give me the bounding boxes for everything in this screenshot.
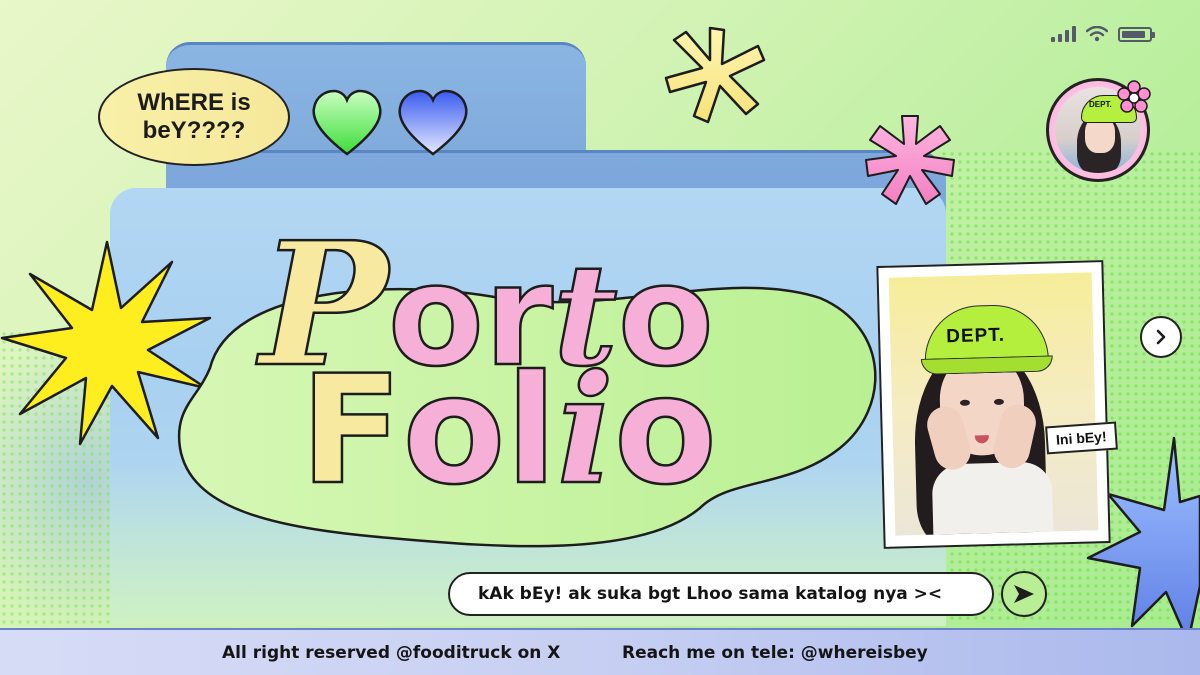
photo-name-tag: Ini bEy! bbox=[1045, 421, 1118, 455]
title-word-folio: F o l i o bbox=[299, 342, 719, 518]
blue-heart-icon bbox=[398, 89, 468, 156]
message-text: kAk bEy! ak suka bgt Lhoo sama katalog n… bbox=[478, 584, 943, 604]
sticker-line-1: WhERE is bbox=[137, 89, 251, 116]
yellow-asterisk-icon bbox=[664, 26, 766, 124]
battery-icon bbox=[1118, 26, 1155, 42]
footer-contact: Reach me on tele: @whereisbey bbox=[622, 643, 928, 663]
pink-asterisk-icon bbox=[865, 115, 955, 205]
sticker-line-2: beY???? bbox=[142, 117, 246, 144]
avatar-cap-text: DEPT. bbox=[1089, 100, 1112, 109]
title-letter: F bbox=[299, 344, 404, 518]
title-letter: l bbox=[504, 344, 558, 518]
title-letter: o bbox=[613, 344, 719, 518]
photo-body bbox=[931, 461, 1054, 536]
profile-photo: DEPT. bbox=[888, 272, 1099, 536]
message-input[interactable]: kAk bEy! ak suka bgt Lhoo sama katalog n… bbox=[448, 572, 994, 616]
chevron-right-icon bbox=[1156, 329, 1166, 345]
wifi-icon bbox=[1086, 26, 1108, 42]
title-letter: i bbox=[556, 342, 615, 518]
green-heart-icon bbox=[312, 89, 382, 156]
where-is-bey-sticker: WhERE is beY???? bbox=[98, 68, 290, 166]
photo-cap-brim bbox=[920, 355, 1054, 375]
send-icon bbox=[1014, 585, 1034, 603]
photo-cap-text: DEPT. bbox=[945, 324, 1006, 348]
battery-fill bbox=[1122, 30, 1146, 38]
title-letter: o bbox=[401, 344, 507, 518]
profile-photo-frame: DEPT. bbox=[876, 260, 1111, 549]
footer-bar: All right reserved @fooditruck on X Reac… bbox=[0, 628, 1200, 675]
status-bar bbox=[1051, 26, 1155, 42]
pink-flower-icon bbox=[1117, 80, 1151, 113]
send-button[interactable] bbox=[1001, 571, 1047, 617]
footer-copyright: All right reserved @fooditruck on X bbox=[222, 643, 561, 663]
signal-icon bbox=[1051, 26, 1076, 42]
next-button[interactable] bbox=[1140, 316, 1182, 358]
